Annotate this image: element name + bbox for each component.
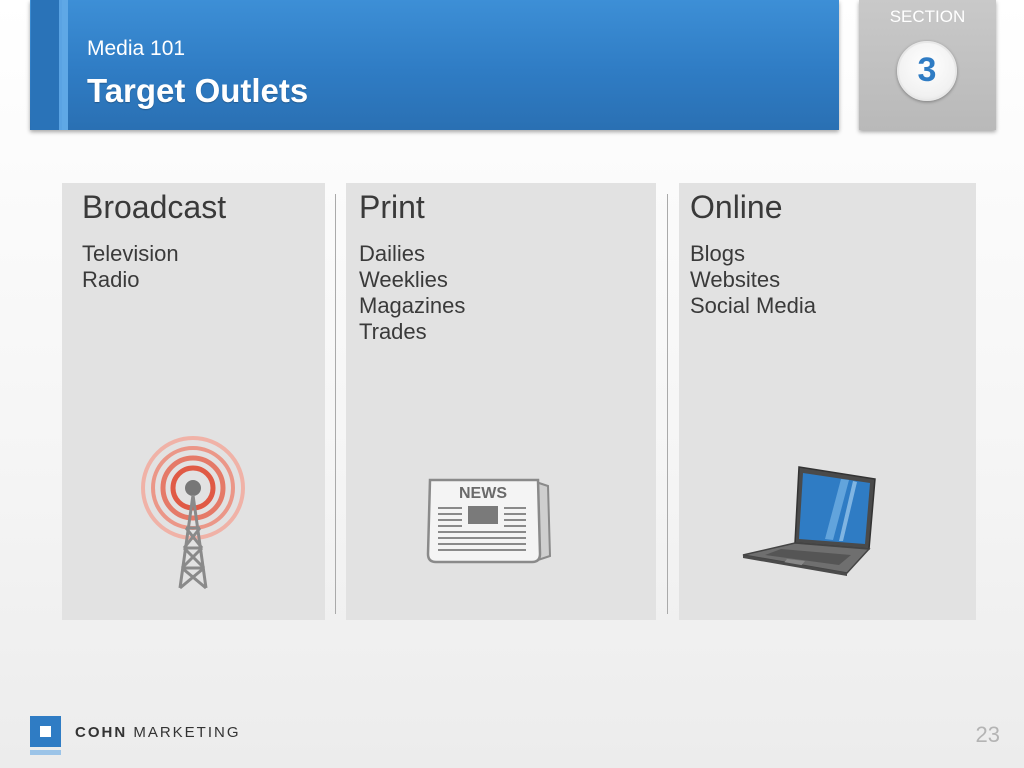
panel-list: Television Radio (82, 241, 179, 293)
list-item: Social Media (690, 293, 816, 318)
laptop-icon (742, 466, 876, 576)
list-item: Blogs (690, 241, 746, 266)
header-accent-highlight (62, 0, 68, 130)
panel-online: Online Blogs Websites Social Media (679, 183, 976, 620)
list-item: Television (82, 241, 179, 266)
section-label: SECTION (889, 7, 966, 26)
list-item: Websites (690, 267, 781, 292)
list-item: Trades (359, 319, 427, 344)
section-badge: SECTION 3 (859, 0, 996, 130)
panel-list: Blogs Websites Social Media (690, 241, 816, 319)
company-name-bold: COHN (75, 724, 128, 741)
section-number: 3 (917, 51, 937, 89)
panel-title: Online (690, 189, 783, 225)
company-name-rest: MARKETING (133, 724, 241, 741)
company-logo (30, 716, 61, 747)
radio-tower-icon (141, 436, 245, 590)
panel-title: Broadcast (82, 189, 227, 225)
newspaper-headline: NEWS (459, 485, 507, 502)
panel-divider (667, 194, 668, 614)
panel-print: Print Dailies Weeklies Magazines Trades … (346, 183, 656, 620)
logo-square-icon (40, 726, 51, 737)
section-number-circle: 3 (897, 41, 957, 101)
list-item: Radio (82, 267, 140, 292)
header-accent-stripe (31, 0, 62, 130)
logo-reflection (30, 750, 61, 755)
list-item: Dailies (359, 241, 426, 266)
panel-divider (335, 194, 336, 614)
slide-subtitle: Media 101 (87, 37, 186, 60)
page-number: 23 (975, 722, 1000, 747)
panel-broadcast: Broadcast Television Radio (62, 183, 325, 620)
list-item: Weeklies (359, 267, 448, 292)
panel-list: Dailies Weeklies Magazines Trades (359, 241, 465, 345)
header-band (30, 0, 839, 130)
company-name: COHN MARKETING (75, 724, 241, 741)
panel-title: Print (359, 189, 425, 225)
list-item: Magazines (359, 293, 466, 318)
slide-title: Target Outlets (87, 72, 309, 109)
newspaper-icon: NEWS (426, 478, 552, 564)
